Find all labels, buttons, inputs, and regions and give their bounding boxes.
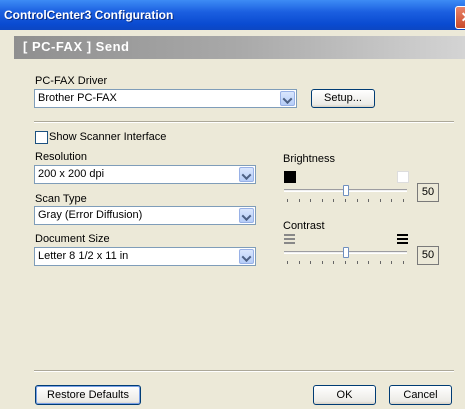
- document-size-label: Document Size: [35, 233, 110, 245]
- document-size-value: Letter 8 1/2 x 11 in: [38, 250, 129, 262]
- slider-tick: [380, 261, 381, 264]
- close-icon: ✕: [461, 9, 465, 25]
- slider-tick: [287, 261, 288, 264]
- pcfax-driver-select[interactable]: Brother PC-FAX: [34, 89, 297, 108]
- divider: [34, 370, 454, 372]
- slider-tick: [345, 199, 346, 202]
- section-header-text: [ PC-FAX ] Send: [23, 39, 130, 54]
- slider-tick: [299, 261, 300, 264]
- contrast-value: 50: [417, 246, 439, 265]
- slider-tick: [287, 199, 288, 202]
- chevron-down-icon[interactable]: [239, 208, 254, 223]
- brightness-slider[interactable]: [284, 185, 407, 205]
- scan-type-select[interactable]: Gray (Error Diffusion): [34, 206, 256, 225]
- chevron-down-icon[interactable]: [239, 167, 254, 182]
- resolution-select[interactable]: 200 x 200 dpi: [34, 165, 256, 184]
- slider-tick: [357, 261, 358, 264]
- ok-button[interactable]: OK: [313, 385, 376, 405]
- close-button[interactable]: ✕: [455, 6, 465, 29]
- window-title: ControlCenter3 Configuration: [4, 8, 174, 22]
- slider-tick: [391, 199, 392, 202]
- scan-type-value: Gray (Error Diffusion): [38, 209, 143, 221]
- slider-tick: [310, 199, 311, 202]
- brightness-value: 50: [417, 183, 439, 202]
- high-contrast-icon: [397, 234, 408, 244]
- divider: [34, 121, 454, 123]
- low-contrast-icon: [284, 234, 295, 244]
- slider-tick: [403, 261, 404, 264]
- slider-tick: [310, 261, 311, 264]
- show-scanner-interface-checkbox[interactable]: [35, 131, 48, 144]
- setup-button[interactable]: Setup...: [311, 89, 375, 108]
- pcfax-driver-value: Brother PC-FAX: [38, 92, 117, 104]
- resolution-value: 200 x 200 dpi: [38, 168, 105, 180]
- pcfax-driver-label: PC-FAX Driver: [35, 75, 108, 87]
- contrast-slider[interactable]: [284, 247, 407, 267]
- dark-swatch-icon: [284, 171, 296, 183]
- show-scanner-interface-label: Show Scanner Interface: [49, 131, 167, 143]
- contrast-label: Contrast: [283, 220, 325, 232]
- light-swatch-icon: [397, 171, 409, 183]
- slider-tick: [368, 199, 369, 202]
- document-size-select[interactable]: Letter 8 1/2 x 11 in: [34, 247, 256, 266]
- slider-tick: [403, 199, 404, 202]
- brightness-label: Brightness: [283, 153, 335, 165]
- slider-ticks: [287, 261, 404, 265]
- slider-tick: [333, 199, 334, 202]
- slider-tick: [368, 261, 369, 264]
- slider-ticks: [287, 199, 404, 203]
- cancel-button[interactable]: Cancel: [389, 385, 452, 405]
- slider-tick: [333, 261, 334, 264]
- chevron-down-icon[interactable]: [280, 91, 295, 106]
- resolution-label: Resolution: [35, 151, 87, 163]
- title-bar: ControlCenter3 Configuration ✕: [0, 0, 465, 30]
- slider-tick: [380, 199, 381, 202]
- restore-defaults-button[interactable]: Restore Defaults: [35, 385, 141, 405]
- slider-thumb[interactable]: [343, 247, 349, 258]
- slider-tick: [345, 261, 346, 264]
- slider-thumb[interactable]: [343, 185, 349, 196]
- dialog-body: [ PC-FAX ] Send PC-FAX Driver Brother PC…: [0, 30, 465, 409]
- scan-type-label: Scan Type: [35, 193, 87, 205]
- slider-tick: [299, 199, 300, 202]
- section-header: [ PC-FAX ] Send: [14, 36, 465, 59]
- slider-tick: [357, 199, 358, 202]
- slider-tick: [322, 261, 323, 264]
- slider-tick: [391, 261, 392, 264]
- slider-tick: [322, 199, 323, 202]
- chevron-down-icon[interactable]: [239, 249, 254, 264]
